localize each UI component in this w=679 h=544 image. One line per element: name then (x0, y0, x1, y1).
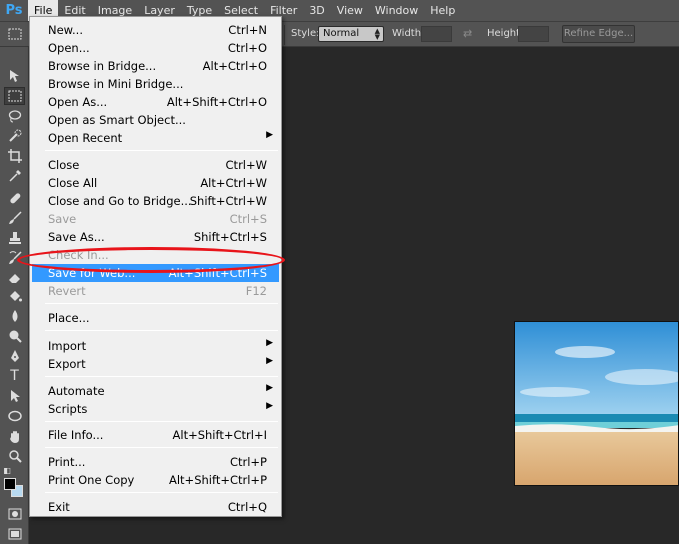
menu-item-close[interactable]: Close Ctrl+W (32, 156, 279, 174)
menu-item-place[interactable]: Place... (32, 309, 279, 327)
quick-mask-icon[interactable] (4, 505, 25, 523)
style-value: Normal (323, 28, 360, 39)
screen-mode-icon[interactable] (4, 525, 25, 543)
submenu-arrow-icon: ▶ (266, 401, 273, 411)
lasso-icon[interactable] (4, 107, 25, 125)
menu-item-revert: Revert F12 (48, 284, 267, 298)
blur-icon[interactable] (4, 307, 25, 325)
refine-edge-button[interactable]: Refine Edge... (562, 25, 635, 43)
beach-photo (515, 322, 678, 485)
tools-panel: T ◧ (0, 47, 29, 544)
move-tool-icon[interactable] (4, 67, 25, 85)
menu-item-open[interactable]: Open... Ctrl+O (32, 39, 279, 57)
menu-item-export[interactable]: Export ▶ (32, 355, 279, 373)
width-label: Width: (392, 28, 425, 39)
foreground-color-swatch[interactable] (4, 478, 16, 490)
menu-separator (45, 421, 278, 422)
hand-icon[interactable] (4, 428, 25, 446)
spot-healing-icon[interactable] (4, 189, 25, 207)
pen-icon[interactable] (4, 347, 25, 365)
menu-item-file-info[interactable]: File Info... Alt+Shift+Ctrl+I (32, 426, 279, 444)
eyedropper-icon[interactable] (4, 167, 25, 185)
crop-icon[interactable] (4, 147, 25, 165)
menu-separator (45, 303, 278, 304)
menu-item-print-one-copy[interactable]: Print One Copy Alt+Shift+Ctrl+P (32, 471, 279, 489)
menu-item-scripts[interactable]: Scripts ▶ (32, 400, 279, 418)
menu-separator (45, 330, 278, 331)
default-colors-icon[interactable]: ◧ (2, 465, 12, 475)
menu-help[interactable]: Help (424, 0, 461, 21)
menu-separator (45, 150, 278, 151)
width-field[interactable] (421, 26, 452, 42)
menu-item-save-for-web[interactable]: Save for Web... Alt+Shift+Ctrl+S (32, 264, 279, 282)
photoshop-logo: Ps (5, 3, 23, 18)
menu-item-open-as[interactable]: Open As... Alt+Shift+Ctrl+O (32, 93, 279, 111)
type-icon[interactable]: T (4, 367, 25, 385)
menu-item-close-and-go-to-bridge[interactable]: Close and Go to Bridge... Shift+Ctrl+W (32, 192, 279, 210)
style-select[interactable]: Normal ▲ ▼ (318, 26, 384, 42)
history-brush-icon[interactable] (4, 249, 25, 267)
menu-3d[interactable]: 3D (303, 0, 330, 21)
menu-item-browse-in-bridge[interactable]: Browse in Bridge... Alt+Ctrl+O (32, 57, 279, 75)
submenu-arrow-icon: ▶ (266, 356, 273, 366)
menu-item-browse-in-mini-bridge[interactable]: Browse in Mini Bridge... (32, 75, 279, 93)
rectangular-marquee-icon[interactable] (4, 87, 25, 105)
paint-bucket-icon[interactable] (4, 287, 25, 305)
menu-item-open-recent[interactable]: Open Recent ▶ (32, 129, 279, 147)
path-selection-icon[interactable] (4, 387, 25, 405)
menu-item-check-in: Check In... (48, 248, 109, 262)
options-divider (284, 25, 285, 45)
menu-item-close-all[interactable]: Close All Alt+Ctrl+W (32, 174, 279, 192)
menu-separator (45, 492, 278, 493)
photoshop-window: Ps File Edit Image Layer Type Select Fil… (0, 0, 679, 544)
select-arrows-icon: ▲ ▼ (374, 27, 380, 41)
clone-stamp-icon[interactable] (4, 229, 25, 247)
menu-separator (45, 447, 278, 448)
submenu-arrow-icon: ▶ (266, 130, 273, 140)
swap-dimensions-icon[interactable]: ⇄ (463, 27, 472, 40)
menu-item-save: Save Ctrl+S (48, 212, 267, 226)
menu-window[interactable]: Window (369, 0, 424, 21)
file-menu-dropdown: New... Ctrl+N Open... Ctrl+O Browse in B… (29, 16, 282, 517)
menu-item-automate[interactable]: Automate ▶ (32, 382, 279, 400)
canvas-image[interactable] (514, 321, 679, 486)
ellipse-icon[interactable] (4, 407, 25, 425)
dodge-icon[interactable] (4, 327, 25, 345)
quick-selection-icon[interactable] (4, 127, 25, 145)
menu-item-print[interactable]: Print... Ctrl+P (32, 453, 279, 471)
submenu-arrow-icon: ▶ (266, 338, 273, 348)
marquee-preset-icon[interactable] (4, 25, 25, 43)
height-field[interactable] (518, 26, 549, 42)
menu-item-new[interactable]: New... Ctrl+N (32, 21, 279, 39)
zoom-icon[interactable] (4, 447, 25, 465)
brush-icon[interactable] (4, 209, 25, 227)
eraser-icon[interactable] (4, 269, 25, 287)
menu-item-save-as[interactable]: Save As... Shift+Ctrl+S (32, 228, 279, 246)
menu-item-import[interactable]: Import ▶ (32, 337, 279, 355)
menu-view[interactable]: View (331, 0, 369, 21)
menu-item-exit[interactable]: Exit Ctrl+Q (32, 498, 279, 516)
submenu-arrow-icon: ▶ (266, 383, 273, 393)
menu-separator (45, 376, 278, 377)
style-label: Style: (291, 28, 320, 39)
menu-item-open-as-smart-object[interactable]: Open as Smart Object... (32, 111, 279, 129)
